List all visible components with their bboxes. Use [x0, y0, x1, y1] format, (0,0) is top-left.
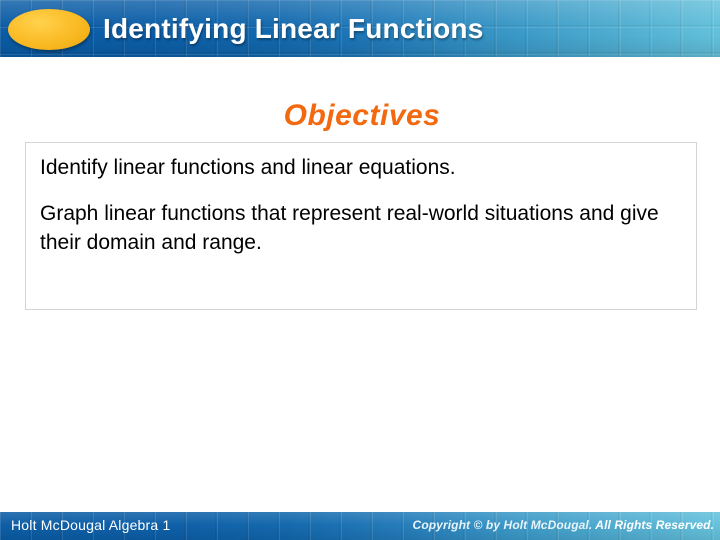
- header-ellipse-icon: [8, 9, 90, 50]
- objective-item: Identify linear functions and linear equ…: [40, 156, 456, 179]
- objectives-text-box: Identify linear functions and linear equ…: [25, 142, 697, 310]
- slide: Identifying Linear Functions Objectives …: [0, 0, 720, 540]
- footer-course-label: Holt McDougal Algebra 1: [11, 517, 171, 533]
- slide-title: Identifying Linear Functions: [103, 13, 484, 44]
- objectives-heading: Objectives: [283, 99, 441, 132]
- footer-copyright: Copyright © by Holt McDougal. All Rights…: [413, 518, 714, 532]
- footer-copyright-prefix: Copyright © by Holt McDougal.: [412, 518, 593, 532]
- objective-item: Graph linear functions that represent re…: [40, 202, 659, 254]
- footer-copyright-suffix: All Rights Reserved.: [595, 518, 714, 532]
